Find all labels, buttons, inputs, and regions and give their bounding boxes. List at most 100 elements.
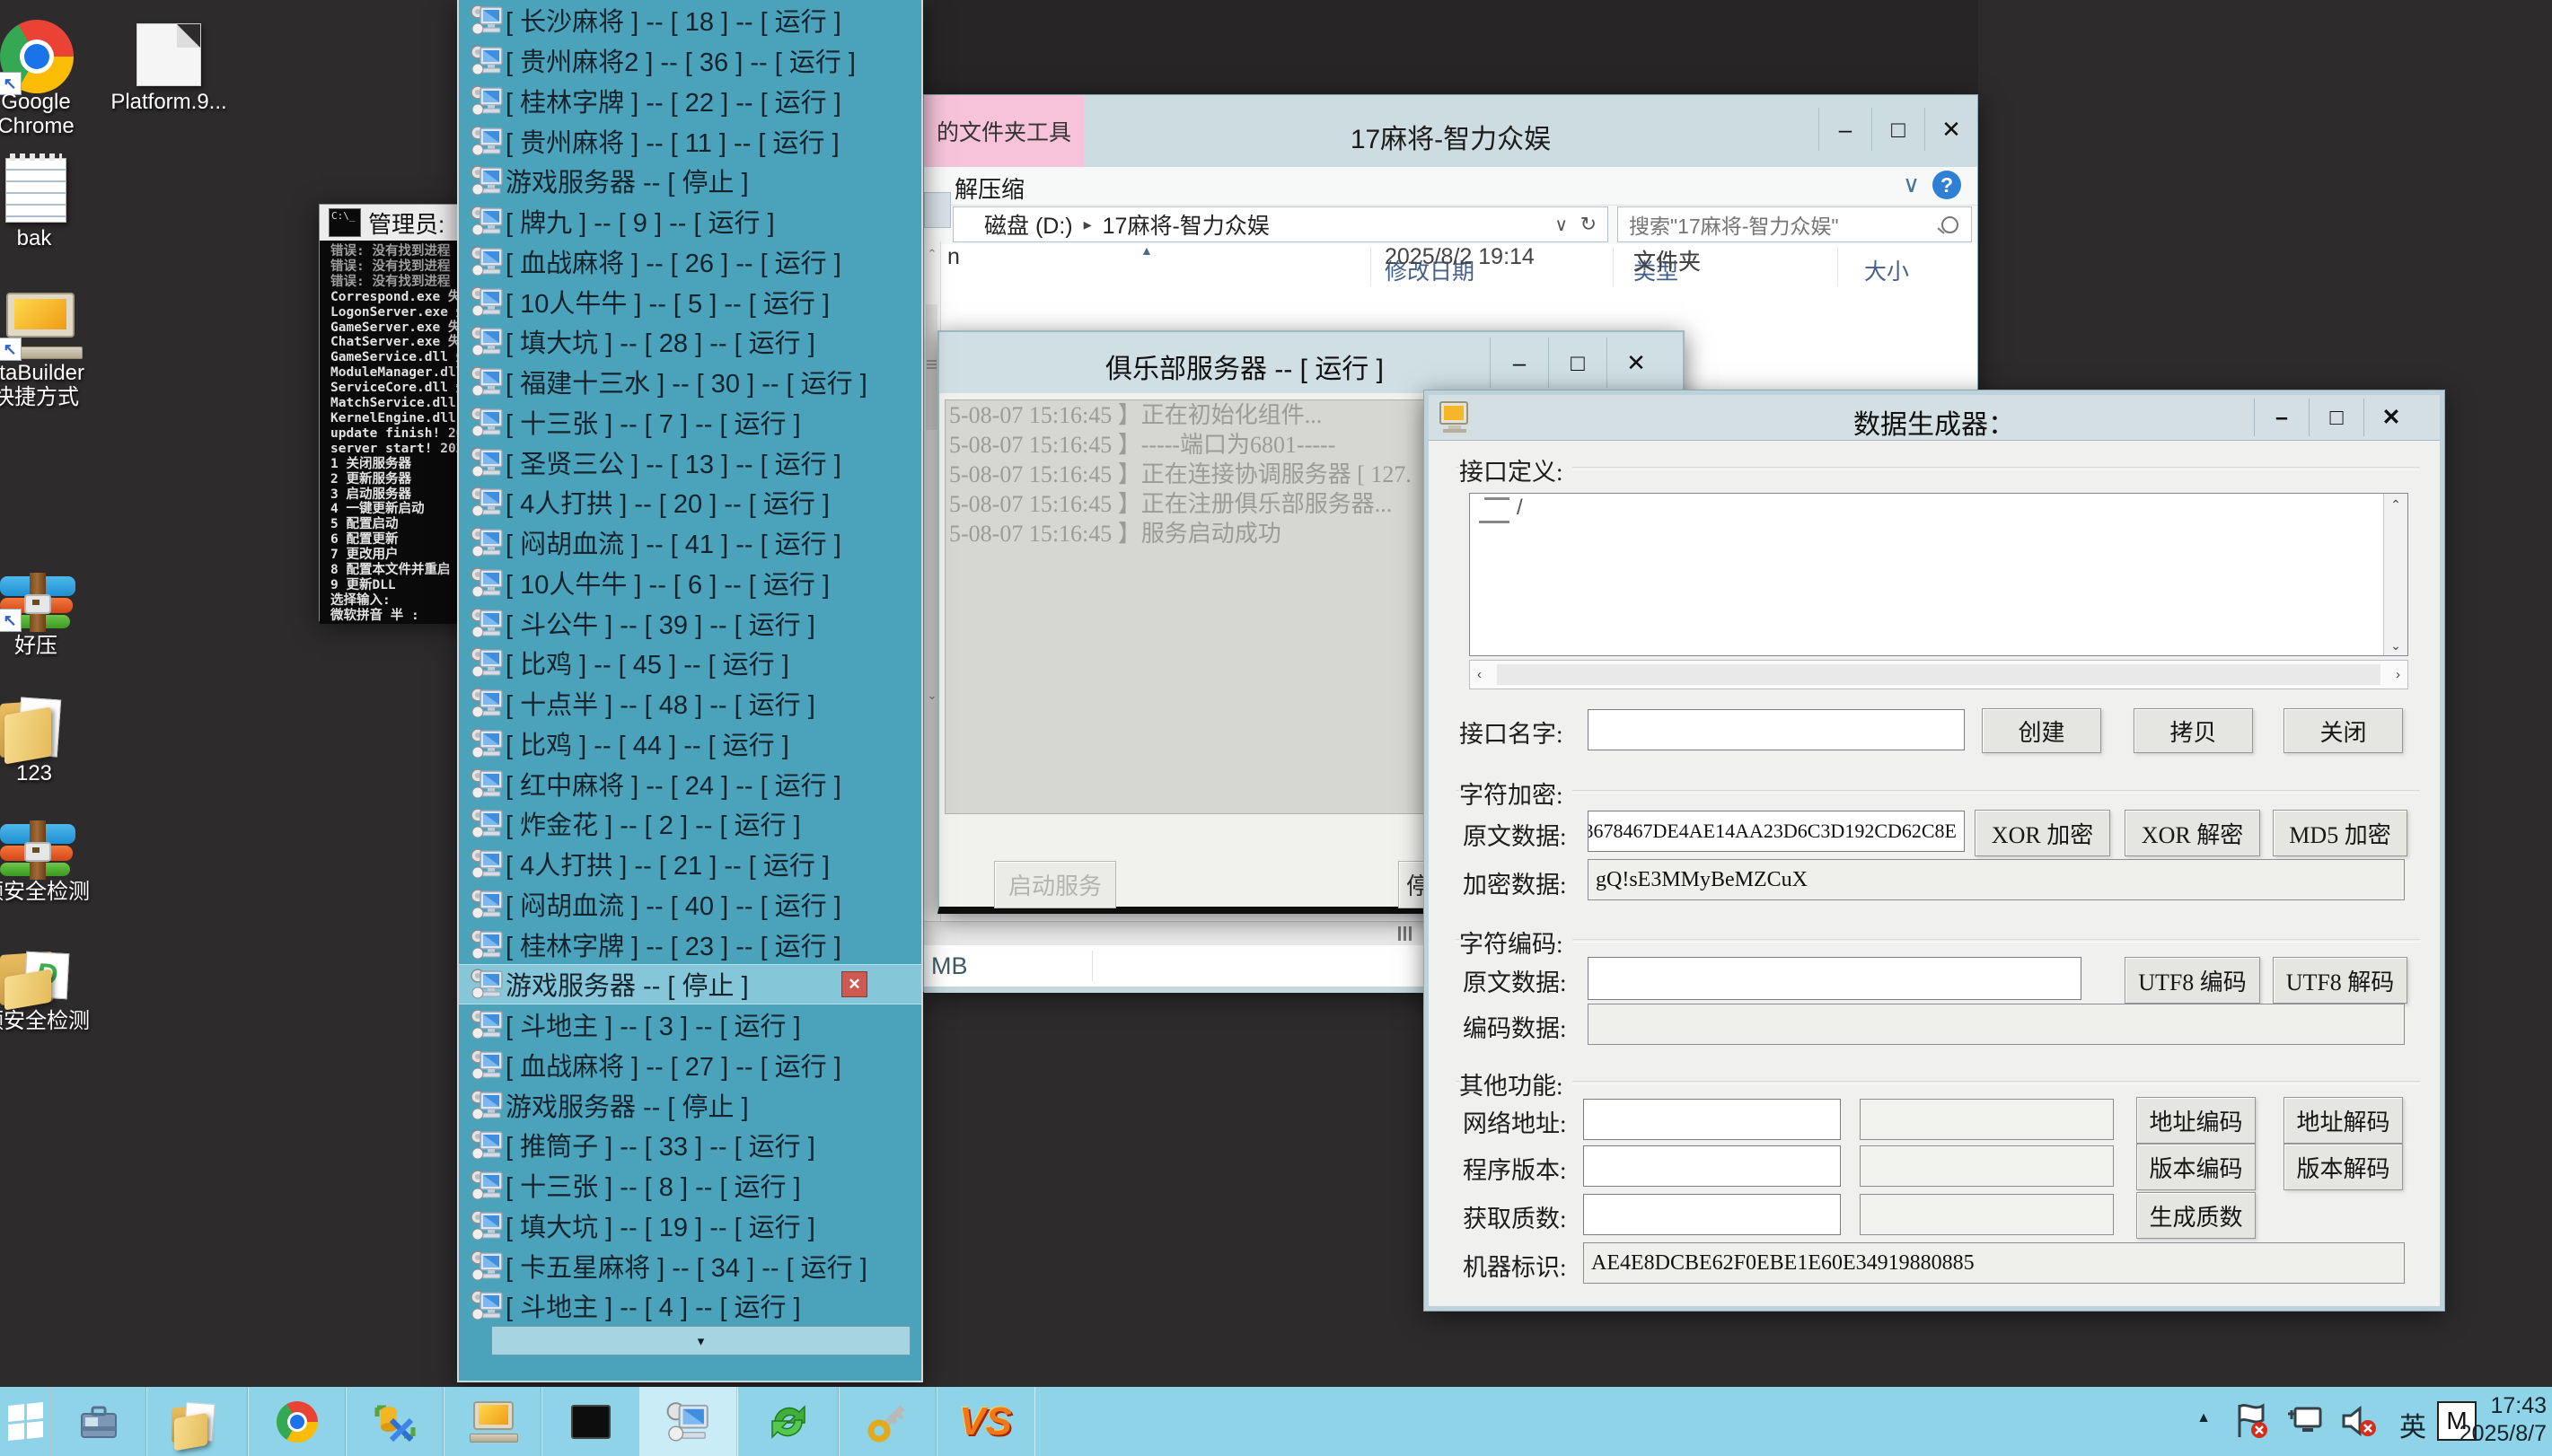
server-list-item[interactable]: [ 血战麻将 ] -- [ 26 ] -- [ 运行 ] ✕: [459, 241, 921, 282]
tab-extract[interactable]: 解压缩: [955, 171, 1025, 205]
desktop-icon-security-archive[interactable]: [0, 824, 75, 878]
close-button[interactable]: ✕: [1606, 338, 1665, 388]
desktop-icon-label[interactable]: 123: [0, 761, 115, 785]
desktop-icon-label[interactable]: 好压: [0, 634, 117, 658]
close-button[interactable]: ✕: [2363, 399, 2418, 436]
server-list-item[interactable]: 游戏服务器 -- [ 停止 ] ✕: [459, 964, 921, 1004]
version-encode-button[interactable]: 版本编码: [2136, 1144, 2256, 1190]
nav-buttons-fragment[interactable]: [924, 192, 951, 228]
taskbar-file-explorer[interactable]: [145, 1387, 249, 1456]
taskbar-server-manager[interactable]: [50, 1387, 147, 1456]
server-list-item[interactable]: [ 填大坑 ] -- [ 28 ] -- [ 运行 ] ✕: [459, 321, 921, 362]
server-list-item[interactable]: [ 闷胡血流 ] -- [ 40 ] -- [ 运行 ] ✕: [459, 884, 921, 925]
scroll-up-icon[interactable]: ⌃: [924, 247, 940, 261]
encode-plain-input[interactable]: [1588, 957, 2081, 1000]
ime-language-indicator[interactable]: 英: [2399, 1405, 2426, 1444]
ribbon-collapse-icon[interactable]: ∨: [1903, 171, 1920, 198]
version-input[interactable]: [1583, 1145, 1841, 1187]
network-status-icon[interactable]: [2284, 1401, 2326, 1441]
maximize-button[interactable]: □: [1548, 338, 1606, 388]
generator-title-bar[interactable]: 数据生成器： – □ ✕: [1429, 395, 2440, 441]
minimize-button[interactable]: –: [1818, 108, 1871, 151]
xor-decrypt-button[interactable]: XOR 解密: [2125, 810, 2260, 856]
start-service-button[interactable]: 启动服务: [994, 861, 1116, 908]
server-list-item[interactable]: [ 圣贤三公 ] -- [ 13 ] -- [ 运行 ] ✕: [459, 442, 921, 482]
address-decode-button[interactable]: 地址解码: [2284, 1097, 2403, 1144]
prime-result[interactable]: [1860, 1194, 2114, 1235]
maximize-button[interactable]: □: [2309, 399, 2363, 436]
create-button[interactable]: 创建: [1982, 708, 2101, 753]
desktop-icon-bak[interactable]: [5, 158, 66, 223]
scroll-left-icon[interactable]: ‹: [1477, 667, 1482, 682]
server-list-item[interactable]: [ 比鸡 ] -- [ 45 ] -- [ 运行 ] ✕: [459, 643, 921, 683]
desktop-icon-label[interactable]: ataBuilder 快捷方式: [0, 361, 117, 409]
server-list-item[interactable]: [ 十三张 ] -- [ 7 ] -- [ 运行 ] ✕: [459, 402, 921, 443]
server-list-item[interactable]: [ 十三张 ] -- [ 8 ] -- [ 运行 ] ✕: [459, 1165, 921, 1206]
copy-button[interactable]: 拷贝: [2134, 708, 2253, 753]
server-list-item[interactable]: [ 贵州麻将 ] -- [ 11 ] -- [ 运行 ] ✕: [459, 120, 921, 161]
taskbar-chrome[interactable]: [247, 1387, 347, 1456]
md5-encrypt-button[interactable]: MD5 加密: [2273, 810, 2407, 856]
server-list-item[interactable]: [ 比鸡 ] -- [ 44 ] -- [ 运行 ] ✕: [459, 724, 921, 764]
maximize-button[interactable]: □: [1871, 108, 1924, 151]
taskbar-key-tool[interactable]: [838, 1387, 937, 1456]
version-result[interactable]: [1860, 1145, 2114, 1187]
club-title-bar[interactable]: 俱乐部服务器 -- [ 运行 ] – □ ✕: [939, 332, 1683, 393]
address-encode-button[interactable]: 地址编码: [2136, 1097, 2256, 1144]
scroll-up-icon[interactable]: ⌃: [2384, 497, 2407, 513]
close-iface-button[interactable]: 关闭: [2284, 708, 2403, 753]
server-list-item[interactable]: [ 红中麻将 ] -- [ 24 ] -- [ 运行 ] ✕: [459, 763, 921, 803]
start-button[interactable]: [0, 1387, 51, 1456]
taskbar-clock[interactable]: 17:43 2025/8/7: [2460, 1392, 2547, 1448]
xor-encrypt-button[interactable]: XOR 加密: [1975, 810, 2110, 856]
server-list-item[interactable]: [ 福建十三水 ] -- [ 30 ] -- [ 运行 ] ✕: [459, 362, 921, 402]
taskbar-db-tool[interactable]: [345, 1387, 444, 1456]
server-list-item[interactable]: [ 贵州麻将2 ] -- [ 36 ] -- [ 运行 ] ✕: [459, 40, 921, 81]
taskbar-sync-tool[interactable]: [736, 1387, 840, 1456]
desktop-icon-security-folder[interactable]: D: [0, 948, 74, 1007]
volume-muted-icon[interactable]: [2338, 1401, 2380, 1441]
server-list-item[interactable]: [ 牌九 ] -- [ 9 ] -- [ 运行 ] ✕: [459, 201, 921, 241]
server-list-item[interactable]: [ 桂林字牌 ] -- [ 22 ] -- [ 运行 ] ✕: [459, 81, 921, 121]
encoded-data-box[interactable]: [1588, 1004, 2405, 1045]
taskbar-server-list-app[interactable]: [638, 1387, 738, 1456]
server-list-item[interactable]: [ 炸金花 ] -- [ 2 ] -- [ 运行 ] ✕: [459, 803, 921, 844]
version-decode-button[interactable]: 版本解码: [2284, 1144, 2403, 1190]
server-list-item[interactable]: [ 填大坑 ] -- [ 19 ] -- [ 运行 ] ✕: [459, 1206, 921, 1246]
explorer-title-bar[interactable]: 的文件夹工具 17麻将-智力众娱 – □ ✕: [924, 95, 1977, 167]
textarea-vscrollbar[interactable]: ⌃ ⌄: [2383, 494, 2407, 655]
server-list-item[interactable]: [ 10人牛牛 ] -- [ 6 ] -- [ 运行 ] ✕: [459, 563, 921, 603]
interface-definition-textarea[interactable]: / ⌃ ⌄: [1469, 493, 2408, 656]
server-list-item[interactable]: [ 桂林字牌 ] -- [ 23 ] -- [ 运行 ] ✕: [459, 924, 921, 964]
taskbar-computer-app[interactable]: [443, 1387, 542, 1456]
scrollbar-thumb[interactable]: [926, 304, 937, 430]
net-address-result[interactable]: [1860, 1099, 2114, 1140]
desktop-icon-databuilder[interactable]: ↖: [0, 293, 81, 359]
prime-input[interactable]: [1583, 1194, 1841, 1235]
scroll-more-button[interactable]: ▾: [491, 1326, 911, 1355]
utf8-encode-button[interactable]: UTF8 编码: [2125, 957, 2260, 1004]
net-address-input[interactable]: [1583, 1099, 1841, 1140]
close-item-button[interactable]: ✕: [841, 971, 867, 997]
address-dropdown-icon[interactable]: ∨: [1554, 214, 1568, 236]
server-list-item[interactable]: [ 十点半 ] -- [ 48 ] -- [ 运行 ] ✕: [459, 683, 921, 724]
server-list-item[interactable]: 游戏服务器 -- [ 停止 ] ✕: [459, 1084, 921, 1125]
server-list-item[interactable]: [ 4人打拱 ] -- [ 20 ] -- [ 运行 ] ✕: [459, 482, 921, 522]
taskbar-cmd[interactable]: [541, 1387, 640, 1456]
scroll-down-icon[interactable]: ⌄: [2384, 638, 2407, 653]
close-button[interactable]: ✕: [1924, 108, 1977, 151]
address-bar[interactable]: 磁盘 (D:) ▸ 17麻将-智力众娱 ∨ ↻: [953, 206, 1608, 242]
breadcrumb-folder[interactable]: 17麻将-智力众娱: [1103, 208, 1270, 241]
search-input[interactable]: 搜索"17麻将-智力众娱": [1617, 206, 1972, 242]
refresh-icon[interactable]: ↻: [1580, 213, 1597, 236]
help-icon[interactable]: ?: [1932, 171, 1961, 199]
minimize-button[interactable]: –: [1490, 338, 1548, 388]
desktop-icon-label[interactable]: Platform.9...: [88, 90, 250, 114]
file-row[interactable]: 文件夹: [940, 244, 1977, 280]
scroll-right-icon[interactable]: ›: [2396, 667, 2400, 682]
server-list-item[interactable]: [ 闷胡血流 ] -- [ 41 ] -- [ 运行 ] ✕: [459, 522, 921, 563]
server-list-item[interactable]: [ 4人打拱 ] -- [ 21 ] -- [ 运行 ] ✕: [459, 844, 921, 884]
server-list-item[interactable]: [ 斗地主 ] -- [ 3 ] -- [ 运行 ] ✕: [459, 1004, 921, 1045]
generate-prime-button[interactable]: 生成质数: [2136, 1192, 2256, 1239]
desktop-icon-haozip[interactable]: ↖: [0, 576, 75, 630]
